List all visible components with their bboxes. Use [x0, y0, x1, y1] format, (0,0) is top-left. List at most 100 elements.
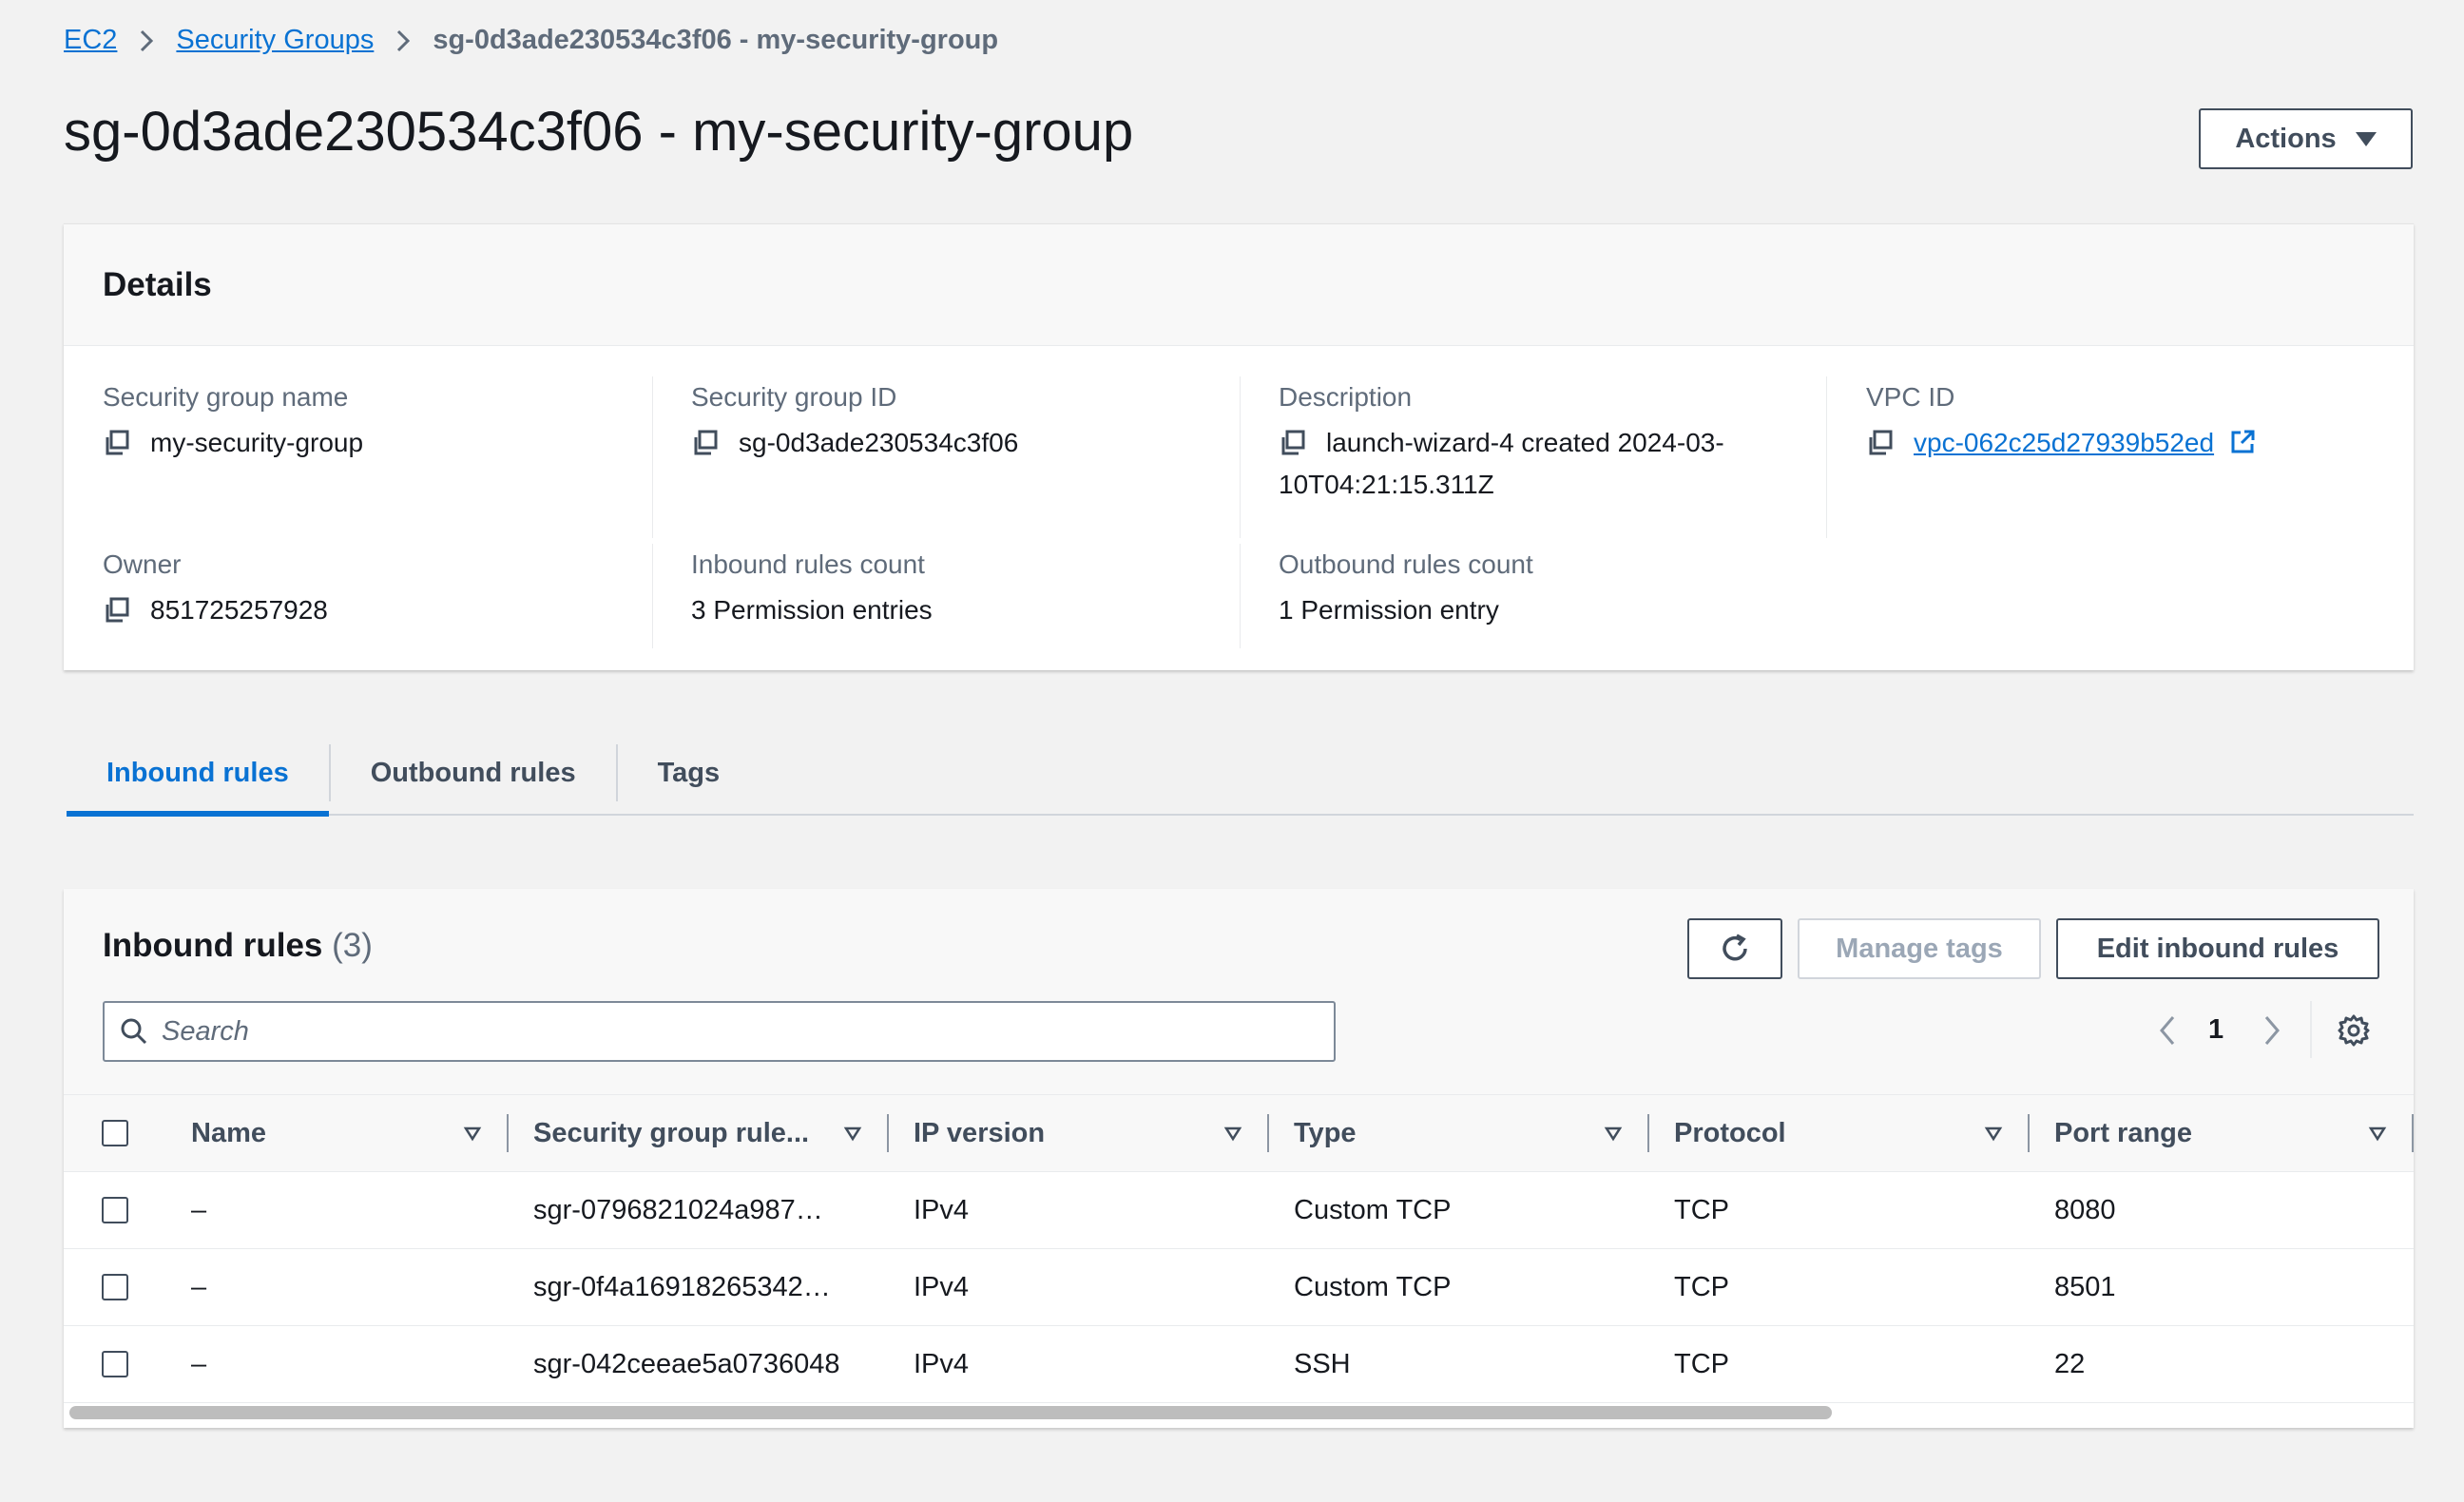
- page-number[interactable]: 1: [2208, 1014, 2223, 1046]
- cell-rule-id: sgr-042ceeae5a0736048: [533, 1348, 840, 1379]
- column-header-protocol[interactable]: Protocol: [1649, 1095, 2030, 1172]
- field-value: 3 Permission entries: [691, 595, 933, 625]
- inbound-rules-title: Inbound rules (3): [103, 927, 373, 965]
- caret-down-icon: [2355, 131, 2377, 146]
- chevron-left-icon[interactable]: [2155, 1011, 2180, 1049]
- details-grid: Security group name my-security-group Se…: [64, 346, 2414, 671]
- actions-button[interactable]: Actions: [2199, 108, 2413, 169]
- cell-port-range: 8501: [2054, 1271, 2116, 1302]
- table-row[interactable]: – sgr-0f4a16918265342… IPv4 Custom TCP T…: [64, 1249, 2414, 1326]
- column-header-port-range[interactable]: Port range: [2030, 1095, 2414, 1172]
- cell-port-range: 8080: [2054, 1194, 2116, 1225]
- copy-icon[interactable]: [1279, 429, 1307, 457]
- cell-protocol: TCP: [1674, 1194, 1729, 1225]
- column-header-name[interactable]: Name: [166, 1095, 509, 1172]
- chevron-right-icon[interactable]: [2260, 1011, 2284, 1049]
- cell-type: SSH: [1294, 1348, 1351, 1379]
- cell-ip-version: IPv4: [914, 1194, 970, 1225]
- column-header-label: IP version: [914, 1117, 1046, 1148]
- inbound-rules-table: Name Security group rule... IP version T…: [64, 1094, 2414, 1403]
- table-row[interactable]: – sgr-0796821024a987… IPv4 Custom TCP TC…: [64, 1172, 2414, 1249]
- table-row[interactable]: – sgr-042ceeae5a0736048 IPv4 SSH TCP 22: [64, 1326, 2414, 1403]
- cell-protocol: TCP: [1674, 1348, 1729, 1379]
- sort-icon: [463, 1126, 482, 1142]
- sort-icon: [1223, 1126, 1242, 1142]
- vpc-id-link[interactable]: vpc-062c25d27939b52ed: [1914, 428, 2214, 457]
- search-input[interactable]: [162, 1015, 1302, 1048]
- field-label: Security group name: [103, 382, 349, 412]
- cell-ip-version: IPv4: [914, 1271, 970, 1302]
- column-header-ip-version[interactable]: IP version: [889, 1095, 1269, 1172]
- refresh-icon: [1723, 934, 1747, 961]
- actions-button-label: Actions: [2235, 123, 2337, 154]
- column-header-label: Security group rule...: [533, 1117, 810, 1148]
- breadcrumb-current: sg-0d3ade230534c3f06 - my-security-group: [433, 25, 999, 55]
- cell-ip-version: IPv4: [914, 1348, 970, 1379]
- field-vpc-id: VPC ID vpc-062c25d27939b52ed: [1866, 382, 2256, 464]
- inbound-rules-count: (3): [332, 927, 373, 964]
- column-header-type[interactable]: Type: [1269, 1095, 1649, 1172]
- search-field[interactable]: [103, 1001, 1336, 1062]
- column-header-label: Name: [191, 1117, 266, 1148]
- sort-icon: [1604, 1126, 1623, 1142]
- column-divider: [652, 544, 653, 648]
- copy-icon[interactable]: [103, 429, 131, 457]
- manage-tags-button[interactable]: Manage tags: [1798, 918, 2041, 979]
- horizontal-scrollbar[interactable]: [69, 1406, 1832, 1419]
- column-divider: [1826, 376, 1827, 538]
- field-owner: Owner 851725257928: [103, 549, 328, 631]
- row-checkbox[interactable]: [102, 1197, 128, 1223]
- field-security-group-id: Security group ID sg-0d3ade230534c3f06: [691, 382, 1018, 464]
- cell-protocol: TCP: [1674, 1271, 1729, 1302]
- cell-type: Custom TCP: [1294, 1194, 1452, 1225]
- pager-divider: [2310, 1001, 2312, 1058]
- field-label: VPC ID: [1866, 382, 1955, 412]
- column-divider: [652, 376, 653, 538]
- table-header-row: Name Security group rule... IP version T…: [64, 1094, 2414, 1172]
- field-value: sg-0d3ade230534c3f06: [739, 428, 1019, 457]
- chevron-right-icon: [397, 29, 411, 51]
- copy-icon[interactable]: [1866, 429, 1895, 457]
- sort-icon: [843, 1126, 862, 1142]
- field-label: Description: [1279, 382, 1413, 412]
- column-header-label: Protocol: [1674, 1117, 1786, 1148]
- page-title: sg-0d3ade230534c3f06 - my-security-group: [64, 101, 1134, 163]
- edit-inbound-rules-button[interactable]: Edit inbound rules: [2056, 918, 2379, 979]
- column-header-label: Type: [1294, 1117, 1357, 1148]
- copy-icon[interactable]: [691, 429, 720, 457]
- field-value: 851725257928: [150, 595, 328, 625]
- sort-icon: [1984, 1126, 2003, 1142]
- row-checkbox[interactable]: [102, 1274, 128, 1300]
- sort-icon: [2368, 1126, 2387, 1142]
- details-panel: Details Security group name my-security-…: [64, 223, 2414, 670]
- field-value: my-security-group: [150, 428, 364, 457]
- select-all-checkbox[interactable]: [102, 1120, 128, 1146]
- inbound-rules-panel: Inbound rules (3) Manage tags Edit inbou…: [64, 889, 2414, 1428]
- details-heading: Details: [103, 265, 212, 303]
- column-divider: [1240, 544, 1241, 648]
- settings-icon[interactable]: [2337, 1013, 2371, 1048]
- tab-outbound-rules[interactable]: Outbound rules: [331, 744, 616, 801]
- cell-name: –: [191, 1194, 207, 1225]
- breadcrumb-security-groups-link[interactable]: Security Groups: [176, 25, 374, 56]
- field-label: Outbound rules count: [1279, 549, 1533, 579]
- copy-icon[interactable]: [103, 596, 131, 625]
- column-divider: [1240, 376, 1241, 538]
- cell-name: –: [191, 1271, 207, 1302]
- refresh-button[interactable]: [1687, 918, 1782, 979]
- breadcrumb-ec2-link[interactable]: EC2: [64, 25, 117, 56]
- breadcrumb: EC2 Security Groups sg-0d3ade230534c3f06…: [64, 25, 998, 56]
- inbound-rules-title-text: Inbound rules: [103, 927, 323, 964]
- cell-port-range: 22: [2054, 1348, 2086, 1379]
- field-value: 1 Permission entry: [1279, 595, 1499, 625]
- field-value: launch-wizard-4 created 2024-03-: [1326, 428, 1724, 457]
- field-label: Security group ID: [691, 382, 897, 412]
- field-value-continued: 10T04:21:15.311Z: [1279, 470, 1494, 499]
- column-header-rule-id[interactable]: Security group rule...: [509, 1095, 889, 1172]
- row-checkbox[interactable]: [102, 1351, 128, 1377]
- tab-tags[interactable]: Tags: [618, 744, 760, 801]
- field-security-group-name: Security group name my-security-group: [103, 382, 363, 464]
- details-header: Details: [64, 224, 2414, 346]
- field-label: Inbound rules count: [691, 549, 925, 579]
- tab-inbound-rules[interactable]: Inbound rules: [67, 744, 329, 817]
